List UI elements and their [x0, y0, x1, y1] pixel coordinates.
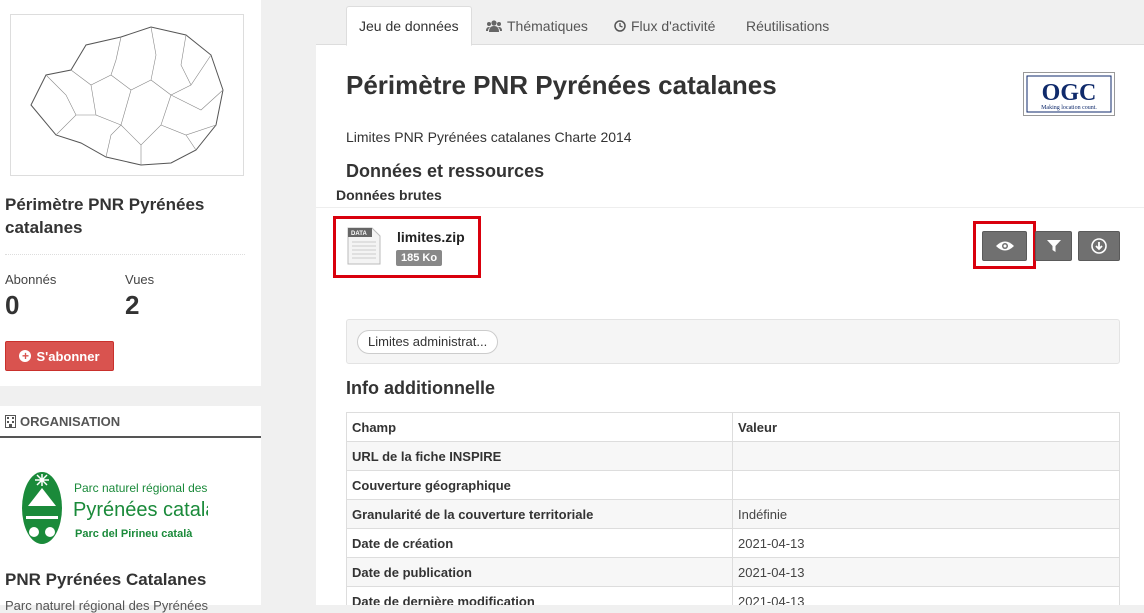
followers-count: 0 [5, 290, 20, 320]
value-cell [732, 441, 1120, 471]
table-row: Date de dernière modification 2021-04-13 [346, 586, 1120, 605]
tab-bar: Jeu de données Thématiques Flux d'activi… [316, 0, 1144, 46]
tag-chip[interactable]: Limites administrat... [357, 330, 499, 354]
field-cell: Granularité de la couverture territorial… [346, 499, 733, 529]
clock-icon [614, 19, 626, 32]
subscribe-button[interactable]: + S'abonner [5, 341, 114, 371]
map-thumbnail [10, 14, 244, 176]
table-row: Date de publication 2021-04-13 [346, 557, 1120, 587]
ogc-logo-text: OGC [1042, 80, 1097, 106]
tab-reuses-label: Réutilisations [746, 17, 830, 34]
logo-line-1: Parc naturel régional des [74, 481, 207, 495]
organization-header-label: ORGANISATION [20, 413, 121, 429]
resource-item[interactable]: DATA limites.zip 185 Ko [333, 216, 481, 278]
value-cell [732, 470, 1120, 500]
tab-activity-label: Flux d'activité [631, 17, 716, 34]
resource-size-badge: 185 Ko [396, 250, 443, 266]
column-header-value: Valeur [732, 412, 1120, 442]
field-cell: Date de dernière modification [346, 586, 733, 605]
raw-data-heading: Données brutes [336, 187, 442, 203]
plus-circle-icon: + [19, 350, 32, 362]
value-cell: 2021-04-13 [732, 528, 1120, 558]
table-row: Date de création 2021-04-13 [346, 528, 1120, 558]
resources-heading: Données et ressources [346, 161, 545, 181]
views-label: Vues [125, 272, 155, 287]
tab-reuses[interactable]: Réutilisations [734, 6, 841, 45]
preview-button[interactable] [982, 231, 1027, 261]
download-icon [1091, 238, 1107, 254]
tab-activity[interactable]: Flux d'activité [602, 6, 727, 45]
divider [5, 254, 245, 255]
organization-name[interactable]: PNR Pyrénées Catalanes [5, 570, 206, 590]
value-cell: Indéfinie [732, 499, 1120, 529]
dataset-title: Périmètre PNR Pyrénées catalanes [5, 195, 205, 237]
organization-header: ORGANISATION [0, 406, 261, 438]
organization-card: ORGANISATION Parc naturel régional des P… [0, 406, 261, 613]
table-row: URL de la fiche INSPIRE [346, 441, 1120, 471]
followers-label: Abonnés [5, 272, 57, 287]
page-title: Périmètre PNR Pyrénées catalanes [346, 70, 777, 100]
park-logo-image: Parc naturel régional des Pyrénées catal… [22, 472, 249, 544]
table-header-row: Champ Valeur [346, 412, 1120, 442]
subscribe-label: S'abonner [36, 348, 100, 364]
logo-line-2: Pyrénées catalanes [73, 499, 208, 521]
dataset-summary-card: Périmètre PNR Pyrénées catalanes Abonnés… [0, 0, 261, 386]
tab-themes-label: Thématiques [507, 17, 588, 34]
table-row: Couverture géographique [346, 470, 1120, 500]
field-cell: URL de la fiche INSPIRE [346, 441, 733, 471]
info-heading: Info additionnelle [346, 378, 495, 398]
resource-name[interactable]: limites.zip [397, 229, 465, 245]
data-file-icon: DATA [347, 227, 381, 265]
main-content: Jeu de données Thématiques Flux d'activi… [316, 0, 1144, 605]
organization-logo[interactable]: Parc naturel régional des Pyrénées catal… [18, 466, 249, 548]
download-button[interactable] [1078, 231, 1120, 261]
ogc-logo: OGC Making location count. [1023, 72, 1115, 116]
map-outline-image [30, 26, 224, 166]
value-cell: 2021-04-13 [732, 586, 1120, 605]
field-cell: Date de publication [346, 557, 733, 587]
tab-dataset-label: Jeu de données [359, 18, 459, 34]
dataset-description: Limites PNR Pyrénées catalanes Charte 20… [346, 129, 632, 145]
value-cell: 2021-04-13 [732, 557, 1120, 587]
field-cell: Couverture géographique [346, 470, 733, 500]
tab-themes[interactable]: Thématiques [474, 6, 600, 45]
filter-button[interactable] [1035, 231, 1072, 261]
sidebar: Périmètre PNR Pyrénées catalanes Abonnés… [0, 0, 261, 613]
divider [316, 207, 1144, 208]
views-count: 2 [125, 290, 140, 320]
column-header-field: Champ [346, 412, 733, 442]
info-table: Champ Valeur URL de la fiche INSPIRE Cou… [346, 412, 1120, 605]
eye-icon [995, 241, 1014, 251]
ogc-logo-tagline: Making location count. [1041, 105, 1097, 111]
field-cell: Date de création [346, 528, 733, 558]
organization-description: Parc naturel régional des Pyrénées [5, 598, 209, 613]
table-row: Granularité de la couverture territorial… [346, 499, 1120, 529]
filter-icon [1046, 240, 1061, 252]
building-icon [5, 414, 16, 428]
tags-box: Limites administrat... [346, 319, 1120, 364]
users-icon [486, 19, 502, 32]
tab-dataset[interactable]: Jeu de données [346, 6, 472, 46]
ogc-logo-image: OGC Making location count. [1026, 75, 1112, 113]
logo-line-3: Parc del Pirineu català [75, 528, 193, 540]
file-icon-label: DATA [351, 231, 367, 237]
